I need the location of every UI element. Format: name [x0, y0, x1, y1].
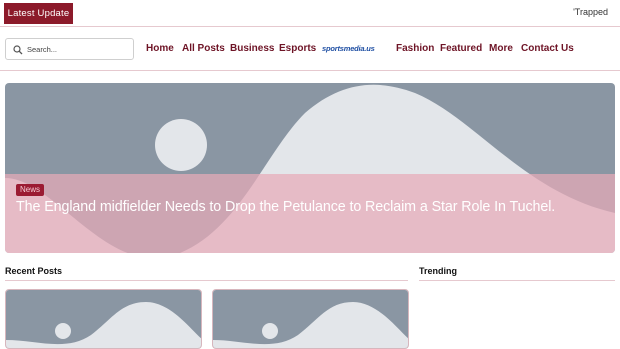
search-box[interactable] [5, 38, 134, 60]
nav-fashion[interactable]: Fashion [396, 43, 434, 54]
hero-post-title[interactable]: The England midfielder Needs to Drop the… [16, 198, 616, 216]
search-input[interactable] [27, 42, 127, 57]
image-placeholder-icon [5, 83, 615, 253]
image-placeholder-icon [213, 290, 408, 348]
post-card[interactable] [212, 289, 409, 349]
top-bar: Latest Update 'Trapped [0, 0, 620, 27]
hero-featured-post[interactable] [5, 83, 615, 253]
nav-contact-us[interactable]: Contact Us [521, 43, 574, 54]
image-placeholder-icon [6, 290, 201, 348]
nav-esports[interactable]: Esports [279, 43, 316, 54]
latest-update-button[interactable]: Latest Update [4, 3, 73, 24]
main-navigation: Home All Posts Business Esports sportsme… [0, 27, 620, 71]
trending-divider [419, 280, 615, 281]
nav-home[interactable]: Home [146, 43, 174, 54]
post-card[interactable] [5, 289, 202, 349]
recent-posts-divider [5, 280, 408, 281]
category-badge[interactable]: News [16, 184, 45, 196]
nav-more[interactable]: More [489, 43, 513, 54]
nav-business[interactable]: Business [230, 43, 274, 54]
trending-heading: Trending [419, 266, 457, 276]
search-icon [13, 45, 23, 55]
recent-posts-heading: Recent Posts [5, 266, 63, 276]
news-ticker-text[interactable]: 'Trapped [573, 7, 608, 17]
nav-featured[interactable]: Featured [440, 43, 482, 54]
nav-all-posts[interactable]: All Posts [182, 43, 225, 54]
nav-site-logo[interactable]: sportsmedia.us [322, 44, 375, 53]
